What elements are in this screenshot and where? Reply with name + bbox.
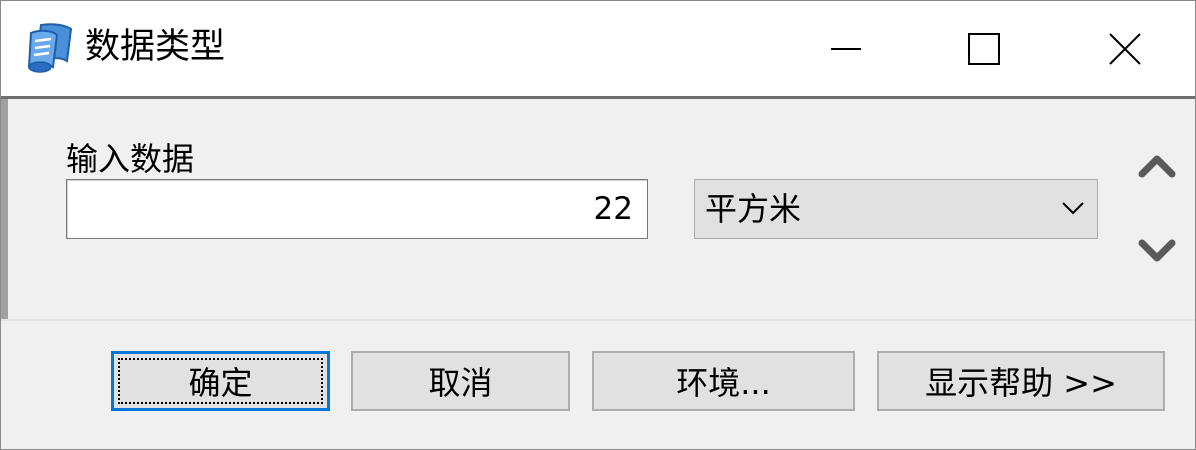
close-icon [1109,32,1141,65]
show-help-button-label: 显示帮助 >> [925,364,1117,402]
minimize-icon [831,47,861,50]
show-help-button[interactable]: 显示帮助 >> [877,351,1165,411]
minimize-button[interactable] [776,1,916,96]
environment-button[interactable]: 环境... [592,351,855,411]
focus-ring [118,358,323,404]
title-bar[interactable]: 数据类型 [1,1,1195,96]
input-data-label: 输入数据 [66,140,195,178]
unit-selected-value: 平方米 [705,190,802,228]
environment-button-label: 环境... [676,364,771,402]
cancel-button[interactable]: 取消 [351,351,570,411]
data-input-value: 22 [593,191,633,227]
maximize-button[interactable] [914,1,1054,96]
close-button[interactable] [1055,1,1195,96]
spin-up-button[interactable] [1137,146,1177,186]
data-input-field[interactable]: 22 [66,179,648,239]
chevron-down-icon [1138,239,1176,262]
scroll-icon [27,21,75,75]
cancel-button-label: 取消 [428,364,493,402]
spin-down-button[interactable] [1137,231,1177,271]
ok-button[interactable]: 确定 [111,351,330,411]
unit-dropdown[interactable]: 平方米 [694,179,1098,239]
chevron-down-icon [1061,200,1085,220]
chevron-up-icon [1138,155,1176,178]
window-title: 数据类型 [85,27,226,67]
dialog-window: 数据类型 输入数据 22 平方米 确定 取消 环境... 显示帮助 >> [0,0,1196,450]
maximize-icon [968,32,1000,65]
